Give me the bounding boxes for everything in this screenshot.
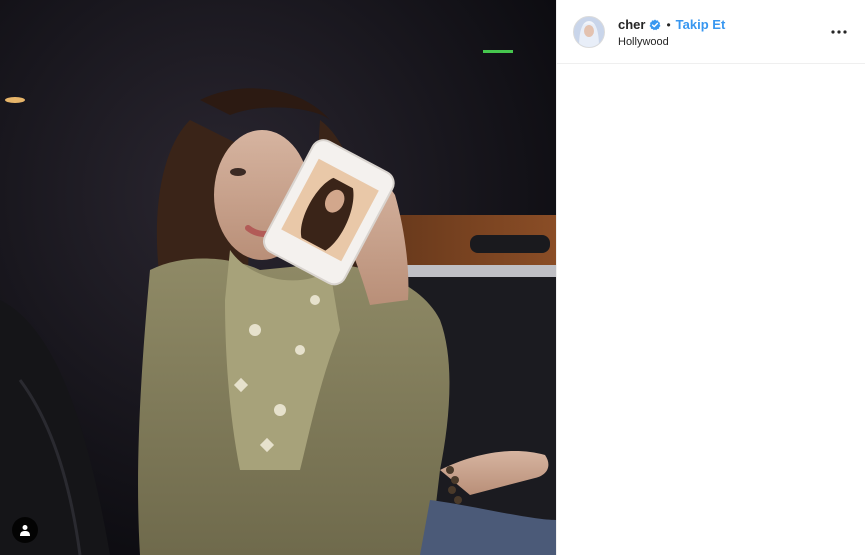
avatar-image: [574, 16, 604, 47]
verified-badge-icon: [649, 19, 661, 31]
user-tag-icon: [20, 525, 30, 536]
user-tag-button[interactable]: [12, 517, 38, 543]
more-options-icon: [831, 29, 847, 34]
avatar[interactable]: [573, 15, 605, 48]
username-link[interactable]: cher: [618, 17, 645, 32]
location-link[interactable]: Hollywood: [618, 36, 827, 48]
post-photo[interactable]: [0, 0, 556, 555]
instagram-post: cher • Takip Et Hollywood: [0, 0, 865, 555]
photo-image: [0, 0, 556, 555]
separator-dot: •: [666, 17, 671, 32]
post-header: cher • Takip Et Hollywood: [557, 0, 865, 64]
author-info: cher • Takip Et Hollywood: [618, 16, 827, 48]
post-sidebar: cher • Takip Et Hollywood: [556, 0, 865, 555]
author-line: cher • Takip Et: [618, 16, 827, 34]
more-options-button[interactable]: [827, 20, 851, 44]
follow-button[interactable]: Takip Et: [676, 17, 726, 32]
